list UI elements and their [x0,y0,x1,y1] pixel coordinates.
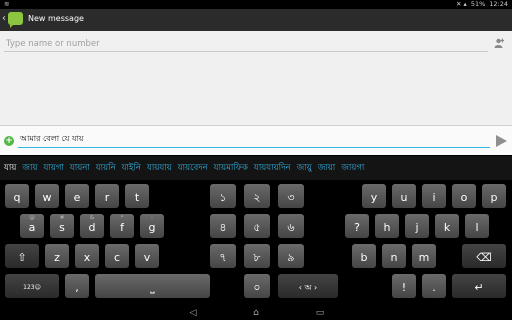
key[interactable]: o [452,184,476,208]
language-switch-key[interactable]: ‹ অ › [278,274,338,298]
comma-key[interactable]: , [65,274,89,298]
suggestion-item[interactable]: যাইনি [122,161,141,175]
key[interactable]: * f [110,214,134,238]
suggestion-item[interactable]: যায় [4,161,16,175]
add-contact-icon[interactable] [494,38,504,48]
suggestion-item[interactable]: জায় [22,161,37,175]
suggestion-item[interactable]: যায়মাফিক [214,161,248,175]
key[interactable]: # s [50,214,74,238]
backspace-key[interactable]: ⌫ [462,244,506,268]
key[interactable]: ? [345,214,369,238]
key[interactable]: ১ [210,184,236,208]
suggestion-item[interactable]: যায়নি [96,161,116,175]
page-title: New message [28,14,84,23]
soft-keyboard: q w e r t @ a # s & d * f -g ⇧ z x c v 123☺ … [0,180,512,306]
key[interactable]: ! [392,274,416,298]
key[interactable]: ২ [244,184,270,208]
key[interactable]: e [65,184,89,208]
back-icon[interactable]: ‹ [2,13,6,24]
symbols-key[interactable]: 123☺ [5,274,59,298]
key[interactable]: ৮ [244,244,270,268]
period-key[interactable]: . [422,274,446,298]
key[interactable]: r [95,184,119,208]
recents-icon[interactable]: ▭ [313,308,327,318]
action-bar: ‹ New message [0,9,512,31]
suggestion-item[interactable]: যায়বেদন [178,161,208,175]
home-icon[interactable]: ⌂ [249,308,263,318]
suggestion-item[interactable]: জায়গা [341,161,364,175]
key[interactable]: ৬ [278,214,304,238]
key[interactable]: ৫ [244,214,270,238]
key[interactable]: & d [80,214,104,238]
back-nav-icon[interactable]: ◁ [186,308,200,318]
suggestion-strip: যায় জায় যায়গা যায়না যায়নি যাইনি যায… [0,156,512,180]
suggestion-item[interactable]: যায়যায় [147,161,172,175]
key[interactable]: z [45,244,69,268]
notification-icon: ≋ [4,0,10,8]
key[interactable]: w [35,184,59,208]
key[interactable]: p [482,184,506,208]
send-icon[interactable] [496,135,507,147]
messaging-app-icon[interactable] [8,12,23,28]
message-underline [18,147,490,148]
compose-bar: + আমার বেলা যে যায় [0,125,512,155]
key[interactable]: l [465,214,489,238]
key[interactable]: i [422,184,446,208]
status-bar: ≋ ✕ ▴ 51% 12:24 [0,0,512,9]
key[interactable]: t [125,184,149,208]
suggestion-item[interactable]: যায়না [70,161,90,175]
key[interactable]: n [382,244,406,268]
key[interactable]: v [135,244,159,268]
key[interactable]: y [362,184,386,208]
key[interactable]: @ a [20,214,44,238]
zero-key[interactable]: ০ [244,274,270,298]
recipient-underline [4,51,488,52]
key[interactable]: c [105,244,129,268]
key[interactable]: -g [140,214,164,238]
key[interactable]: ৩ [278,184,304,208]
key[interactable]: m [412,244,436,268]
suggestion-item[interactable]: জায়া [318,161,336,175]
key[interactable]: u [392,184,416,208]
suggestion-item[interactable]: যায়যায়দিন [254,161,291,175]
enter-key[interactable]: ↵ [452,274,506,298]
key[interactable]: ৪ [210,214,236,238]
signal-icon: ✕ ▴ [456,0,467,8]
key[interactable]: j [405,214,429,238]
key[interactable]: h [375,214,399,238]
key[interactable]: ৯ [278,244,304,268]
key[interactable]: b [352,244,376,268]
key[interactable]: x [75,244,99,268]
navigation-bar: ◁ ⌂ ▭ [0,306,512,320]
message-input[interactable]: আমার বেলা যে যায় [20,133,84,146]
suggestion-item[interactable]: জায়ু [297,161,312,175]
key[interactable]: ৭ [210,244,236,268]
clock: 12:24 [489,0,508,8]
suggestion-item[interactable]: যায়গা [43,161,63,175]
add-attachment-icon[interactable]: + [4,136,14,146]
key[interactable]: k [435,214,459,238]
shift-key[interactable]: ⇧ [5,244,39,268]
key[interactable]: q [5,184,29,208]
space-key[interactable]: ⎵ [95,274,210,298]
recipient-input[interactable]: Type name or number [6,39,100,49]
battery-level: 51% [470,0,486,8]
